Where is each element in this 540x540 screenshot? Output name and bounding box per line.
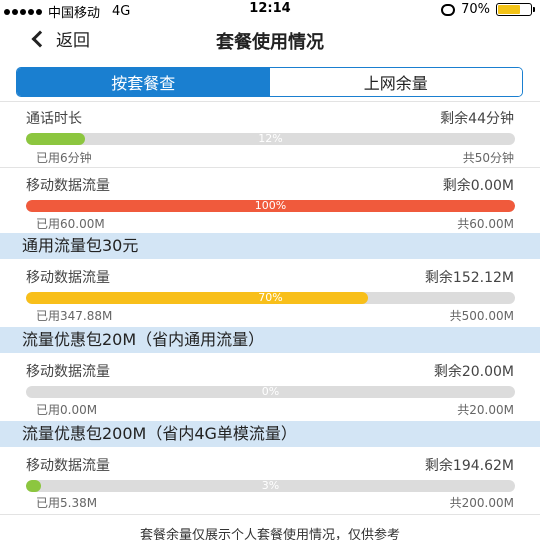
usage-name: 通话时长 xyxy=(26,111,82,127)
section-header: 通用流量包30元 xyxy=(0,233,540,259)
usage-call-time: 通话时长 剩余44分钟 12% 已用6分钟 共50分钟 xyxy=(0,108,540,165)
usage-percent: 12% xyxy=(258,133,283,145)
usage-discount-pack-20m: 移动数据流量 剩余20.00M 0% 已用0.00M 共20.00M xyxy=(0,361,540,417)
tab-bar: 按套餐查 上网余量 xyxy=(16,67,523,97)
section-header: 流量优惠包20M（省内通用流量） xyxy=(0,327,540,353)
usage-percent: 3% xyxy=(261,480,280,492)
usage-total: 共50分钟 xyxy=(462,151,514,165)
usage-used: 已用60.00M xyxy=(36,217,105,231)
usage-used: 已用5.38M xyxy=(36,496,98,510)
divider xyxy=(0,514,540,515)
usage-remaining: 剩余0.00M xyxy=(442,178,514,194)
divider xyxy=(0,167,540,168)
usage-total: 共20.00M xyxy=(457,403,514,417)
usage-percent: 70% xyxy=(258,292,283,304)
battery-percent: 70% xyxy=(461,2,490,17)
usage-remaining: 剩余152.12M xyxy=(424,270,514,286)
usage-remaining: 剩余44分钟 xyxy=(440,111,514,127)
usage-used: 已用347.88M xyxy=(36,309,113,323)
usage-discount-pack-200m: 移动数据流量 剩余194.62M 3% 已用5.38M 共200.00M xyxy=(0,455,540,510)
usage-progress-bar: 3% xyxy=(26,480,515,492)
nav-header: 返回 套餐使用情况 xyxy=(0,22,540,60)
footer-note: 套餐余量仅展示个人套餐使用情况，仅供参考 xyxy=(139,528,400,540)
section-header: 流量优惠包200M（省内4G单模流量） xyxy=(0,421,540,447)
usage-total: 共200.00M xyxy=(449,496,514,510)
divider xyxy=(0,101,540,102)
usage-percent: 100% xyxy=(254,200,287,212)
usage-used: 已用6分钟 xyxy=(36,151,92,165)
usage-name: 移动数据流量 xyxy=(26,270,110,286)
usage-mobile-data-base: 移动数据流量 剩余0.00M 100% 已用60.00M 共60.00M xyxy=(0,175,540,231)
status-bar: 中国移动 4G 12:14 70% xyxy=(0,0,540,21)
usage-progress-bar: 100% xyxy=(26,200,515,212)
tab-by-package[interactable]: 按套餐查 xyxy=(17,68,270,96)
usage-name: 移动数据流量 xyxy=(26,458,110,474)
usage-progress-bar: 0% xyxy=(26,386,515,398)
usage-progress-bar: 12% xyxy=(26,133,515,145)
usage-remaining: 剩余20.00M xyxy=(433,364,514,380)
usage-remaining: 剩余194.62M xyxy=(424,458,514,474)
usage-progress-bar: 70% xyxy=(26,292,515,304)
usage-total: 共500.00M xyxy=(449,309,514,323)
usage-used: 已用0.00M xyxy=(36,403,98,417)
battery-fill xyxy=(498,5,521,14)
battery-icon xyxy=(496,3,535,16)
usage-name: 移动数据流量 xyxy=(26,178,110,194)
usage-total: 共60.00M xyxy=(457,217,514,231)
page-title: 套餐使用情况 xyxy=(216,32,324,53)
rotation-lock-icon xyxy=(441,3,456,16)
tab-data-remaining[interactable]: 上网余量 xyxy=(269,68,522,96)
usage-general-data-pack: 移动数据流量 剩余152.12M 70% 已用347.88M 共500.00M xyxy=(0,267,540,323)
usage-percent: 0% xyxy=(261,386,280,398)
usage-name: 移动数据流量 xyxy=(26,364,110,380)
